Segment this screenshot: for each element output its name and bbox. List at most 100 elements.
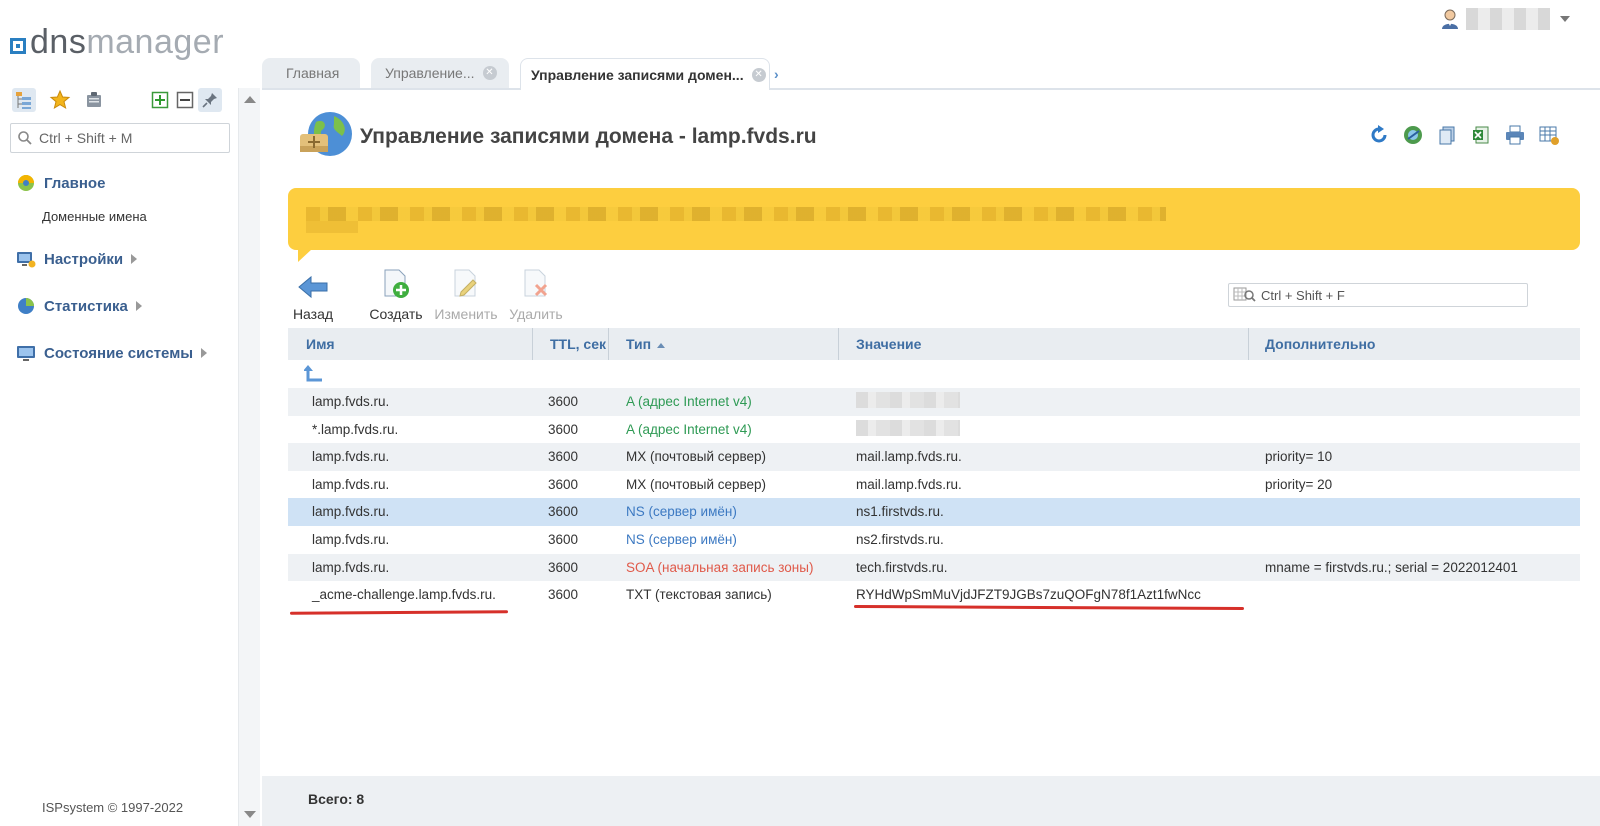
column-header-name[interactable]: Имя xyxy=(306,336,335,352)
sidebar-search xyxy=(10,123,230,153)
close-icon[interactable]: ✕ xyxy=(751,67,766,82)
chevron-down-icon[interactable] xyxy=(1560,16,1570,22)
nav-group-statistics-label: Статистика xyxy=(44,297,128,315)
globe-icon xyxy=(298,108,356,171)
scroll-up-icon[interactable] xyxy=(244,96,256,103)
nav-group-statistics[interactable]: Статистика xyxy=(16,296,142,316)
copy-icon[interactable] xyxy=(1436,124,1458,146)
table-row[interactable]: lamp.fvds.ru. 3600 A (адрес Internet v4) xyxy=(288,388,1580,416)
create-document-icon xyxy=(384,269,409,298)
info-banner xyxy=(288,188,1580,262)
refresh-icon[interactable] xyxy=(1368,124,1390,146)
tab-domain-records[interactable]: Управление записями домен... ✕ xyxy=(520,58,770,90)
create-button[interactable]: Создать xyxy=(361,266,431,322)
sidebar-search-input[interactable] xyxy=(39,130,219,146)
logo-text-manager: manager xyxy=(86,23,225,61)
cell-type: NS (сервер имён) xyxy=(626,504,737,520)
expand-caret-icon xyxy=(131,254,138,264)
sidebar: dnsmanager Главное Доменные имена Настро xyxy=(0,0,238,826)
expand-all-icon[interactable] xyxy=(148,88,172,112)
nav-group-main[interactable]: Главное xyxy=(16,173,105,193)
copyright: ISPsystem © 1997-2022 xyxy=(42,800,184,815)
table-search-icon xyxy=(1233,287,1256,302)
table-search-input[interactable] xyxy=(1261,287,1521,303)
cell-name: lamp.fvds.ru. xyxy=(312,559,390,575)
sort-ascending-icon xyxy=(657,342,666,348)
nav-group-system-status-label: Состояние системы xyxy=(44,344,194,362)
user-avatar-icon xyxy=(1442,9,1458,29)
tab-management[interactable]: Управление... ✕ xyxy=(371,58,509,88)
nav-group-system-status[interactable]: Состояние системы xyxy=(16,343,208,363)
banner-text-redacted xyxy=(306,221,358,233)
sidebar-scrollbar[interactable] xyxy=(238,88,260,826)
cell-value: ns2.firstvds.ru. xyxy=(856,531,944,547)
cell-type: A (адрес Internet v4) xyxy=(626,394,752,409)
edit-button-label: Изменить xyxy=(434,306,498,322)
cell-name: lamp.fvds.ru. xyxy=(312,449,390,465)
cell-type: TXT (текстовая запись) xyxy=(626,587,772,603)
table-settings-icon[interactable] xyxy=(1538,124,1560,146)
cell-type: NS (сервер имён) xyxy=(626,531,737,547)
table-row[interactable]: lamp.fvds.ru. 3600 MX (почтовый сервер) … xyxy=(288,443,1580,471)
total-count: Всего: 8 xyxy=(308,791,365,807)
page-actions xyxy=(1368,124,1560,146)
print-icon[interactable] xyxy=(1504,124,1526,146)
cell-extra: priority= 20 xyxy=(1265,476,1333,492)
back-button-label: Назад xyxy=(292,306,334,322)
table-row[interactable]: lamp.fvds.ru. 3600 MX (почтовый сервер) … xyxy=(288,471,1580,499)
table-footer: Всего: 8 xyxy=(262,776,1600,826)
favorites-star-icon[interactable] xyxy=(48,88,72,112)
logo-text-dns: dns xyxy=(30,23,87,61)
delete-icon xyxy=(524,269,548,297)
cell-name: lamp.fvds.ru. xyxy=(312,394,390,409)
web-globe-icon[interactable] xyxy=(1402,124,1424,146)
close-icon[interactable]: ✕ xyxy=(482,66,497,80)
table-row[interactable]: lamp.fvds.ru. 3600 NS (сервер имён) ns2.… xyxy=(288,526,1580,554)
cell-name: lamp.fvds.ru. xyxy=(312,476,390,492)
tab-bar: Главная Управление... ✕ › Управление зап… xyxy=(262,58,1600,90)
level-up-icon xyxy=(304,365,322,382)
delete-button-label: Удалить xyxy=(509,306,563,322)
expand-caret-icon xyxy=(135,301,142,311)
nav-group-settings-label: Настройки xyxy=(44,250,124,268)
logo[interactable]: dnsmanager xyxy=(10,22,224,62)
cell-ttl: 3600 xyxy=(548,476,579,492)
logo-icon xyxy=(10,38,26,54)
table-row[interactable]: lamp.fvds.ru. 3600 SOA (начальная запись… xyxy=(288,553,1580,582)
column-header-extra[interactable]: Дополнительно xyxy=(1265,336,1375,352)
pin-icon[interactable] xyxy=(198,88,222,112)
settings-monitor-icon xyxy=(17,252,36,268)
parent-level-row[interactable] xyxy=(288,360,1580,388)
search-icon xyxy=(18,131,32,145)
user-menu[interactable] xyxy=(1440,8,1570,30)
nav-group-settings[interactable]: Настройки xyxy=(16,249,138,269)
cell-name: lamp.fvds.ru. xyxy=(312,504,390,520)
tab-main[interactable]: Главная xyxy=(262,58,360,88)
nav-item-domain-names[interactable]: Доменные имена xyxy=(42,209,147,224)
column-header-value[interactable]: Значение xyxy=(856,336,921,352)
cell-ttl: 3600 xyxy=(548,559,579,575)
breadcrumb-arrow-icon: › xyxy=(774,66,779,82)
tab-domain-records-label: Управление записями домен... xyxy=(531,66,744,83)
system-monitor-icon xyxy=(17,346,35,361)
create-button-label: Создать xyxy=(369,306,423,322)
collapse-all-icon[interactable] xyxy=(173,88,197,112)
column-header-type[interactable]: Тип xyxy=(626,336,666,352)
user-name-redacted xyxy=(1466,8,1550,30)
tree-view-icon[interactable] xyxy=(12,88,36,112)
column-header-ttl[interactable]: TTL, сек xyxy=(550,336,606,352)
back-arrow-icon xyxy=(298,275,328,299)
delete-button[interactable]: Удалить xyxy=(501,266,571,322)
cell-name: lamp.fvds.ru. xyxy=(312,531,390,547)
excel-export-icon[interactable] xyxy=(1470,124,1492,146)
table-row[interactable]: *.lamp.fvds.ru. 3600 A (адрес Internet v… xyxy=(288,416,1580,444)
cell-extra: priority= 10 xyxy=(1265,449,1333,465)
cell-ttl: 3600 xyxy=(548,394,579,409)
nav-group-main-label: Главное xyxy=(44,174,106,192)
clipboard-icon[interactable] xyxy=(82,88,106,112)
scroll-down-icon[interactable] xyxy=(244,811,256,818)
cell-value: ns1.firstvds.ru. xyxy=(856,504,944,520)
table-row-selected[interactable]: lamp.fvds.ru. 3600 NS (сервер имён) ns1.… xyxy=(288,498,1580,526)
edit-button[interactable]: Изменить xyxy=(431,266,501,322)
back-button[interactable]: Назад xyxy=(278,266,348,322)
